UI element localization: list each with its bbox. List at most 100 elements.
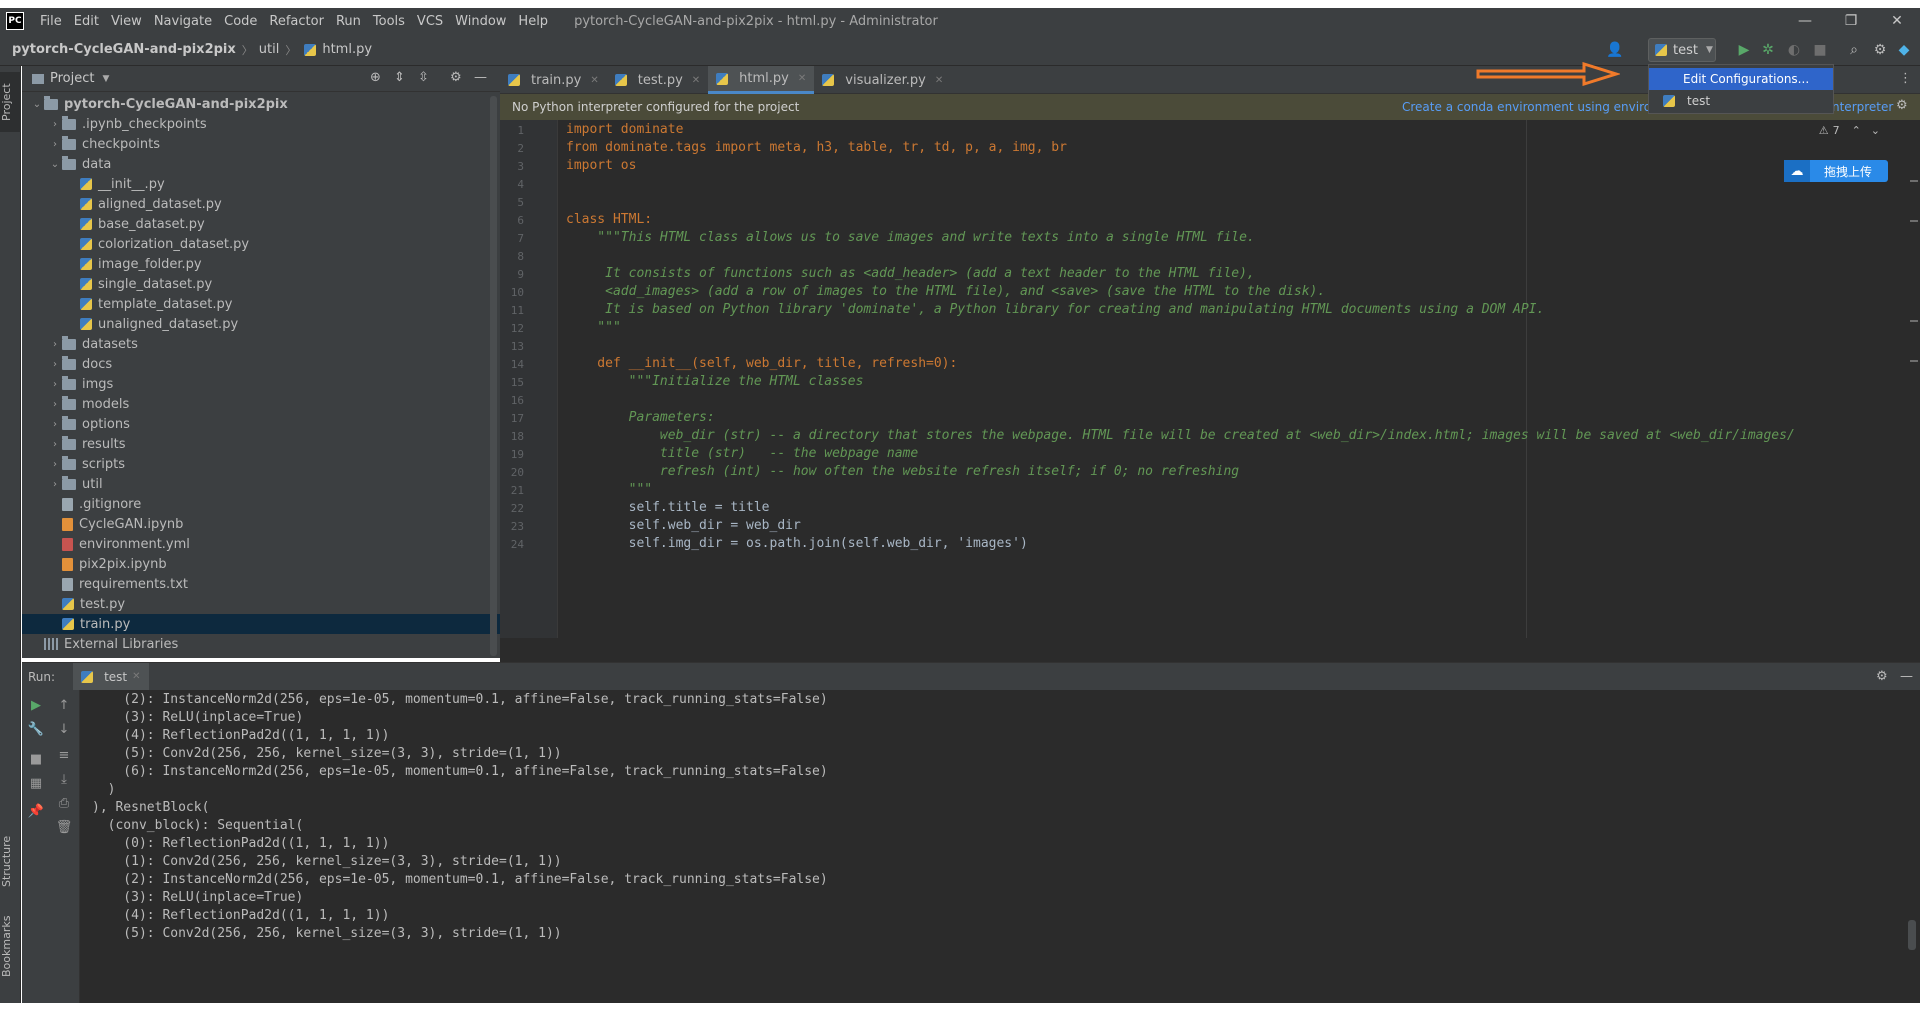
code-line[interactable]: Parameters: (566, 410, 715, 425)
soft-wrap-icon[interactable]: ≡ (50, 748, 78, 763)
tree-item[interactable]: External Libraries (22, 634, 500, 654)
tab-html-py[interactable]: html.py ✕ (708, 66, 815, 94)
tree-item[interactable]: ⌄ pytorch-CycleGAN-and-pix2pix (22, 94, 500, 114)
tab-test-py[interactable]: test.py ✕ (607, 66, 708, 94)
chevron-up-icon[interactable]: ⌃ (1852, 124, 1861, 137)
chevron-right-icon[interactable]: › (48, 479, 62, 490)
close-tab-icon[interactable]: ✕ (132, 671, 140, 682)
search-icon[interactable]: ⌕ (1846, 42, 1862, 58)
close-icon[interactable]: ✕ (1874, 8, 1920, 34)
menu-vcs[interactable]: VCS (411, 14, 449, 29)
user-icon[interactable]: 👤 (1606, 42, 1623, 58)
tree-item[interactable]: › datasets (22, 334, 500, 354)
code-line[interactable]: import dominate (566, 122, 683, 137)
tree-item[interactable]: ⌄ data (22, 154, 500, 174)
run-configuration-selector[interactable]: test ▼ (1648, 38, 1716, 62)
code-line[interactable]: import os (566, 158, 636, 173)
tree-item[interactable]: › checkpoints (22, 134, 500, 154)
code-line[interactable]: title (str) -- the webpage name (566, 446, 918, 461)
pin-icon[interactable]: 📌 (22, 804, 50, 819)
tree-item[interactable]: requirements.txt (22, 574, 500, 594)
collapse-all-icon[interactable]: ⇳ (418, 70, 429, 85)
plugin-icon[interactable]: ◆ (1896, 42, 1912, 58)
breadcrumb-project[interactable]: pytorch-CycleGAN-and-pix2pix (12, 42, 236, 57)
tree-item[interactable]: train.py (22, 614, 500, 634)
arrow-up-icon[interactable]: ↑ (50, 698, 78, 713)
locate-icon[interactable]: ⊕ (370, 70, 381, 85)
chevron-right-icon[interactable]: › (48, 419, 62, 430)
menu-view[interactable]: View (105, 14, 148, 29)
menu-navigate[interactable]: Navigate (148, 14, 218, 29)
chevron-down-icon[interactable]: ⌄ (30, 99, 44, 110)
tree-item[interactable]: › .ipynb_checkpoints (22, 114, 500, 134)
tree-item[interactable]: unaligned_dataset.py (22, 314, 500, 334)
close-tab-icon[interactable]: ✕ (692, 75, 700, 86)
stop-icon[interactable]: ■ (1812, 42, 1828, 58)
code-line[interactable]: It is based on Python library 'dominate'… (566, 302, 1544, 317)
trash-icon[interactable]: 🗑 (50, 820, 78, 835)
code-line[interactable]: from dominate.tags import meta, h3, tabl… (566, 140, 1067, 155)
menu-refactor[interactable]: Refactor (263, 14, 330, 29)
menu-code[interactable]: Code (218, 14, 263, 29)
run-console[interactable]: (2): InstanceNorm2d(256, eps=1e-05, mome… (80, 690, 1920, 1003)
config-item-test[interactable]: test (1649, 90, 1833, 112)
chevron-right-icon[interactable]: › (48, 459, 62, 470)
tree-item[interactable]: aligned_dataset.py (22, 194, 500, 214)
tree-item[interactable]: › models (22, 394, 500, 414)
wrench-icon[interactable]: 🔧 (22, 722, 50, 737)
chevron-right-icon[interactable]: › (48, 399, 62, 410)
code-editor[interactable]: 1 2 3 4 5 6 7 8 9 10 11 12 13 14 15 16 17 18 19 20 21 22 23 24 … (500, 120, 1920, 638)
tree-item[interactable]: base_dataset.py (22, 214, 500, 234)
layout-icon[interactable]: ▦ (22, 776, 50, 791)
more-tabs-icon[interactable]: ⋮ (1899, 71, 1912, 86)
tree-item[interactable]: › docs (22, 354, 500, 374)
stop-icon[interactable]: ■ (22, 752, 50, 767)
tree-item[interactable]: › imgs (22, 374, 500, 394)
hide-icon[interactable]: — (474, 70, 487, 85)
rerun-icon[interactable]: ▶ (22, 698, 50, 713)
cloud-upload-button[interactable]: ☁ 拖拽上传 (1784, 160, 1888, 182)
code-line[interactable]: """Initialize the HTML classes (566, 374, 864, 389)
edit-configurations-item[interactable]: Edit Configurations... (1649, 68, 1833, 90)
breadcrumb-file[interactable]: html.py (322, 42, 372, 57)
console-scrollbar[interactable] (1908, 920, 1916, 950)
menu-edit[interactable]: Edit (68, 14, 105, 29)
close-tab-icon[interactable]: ✕ (590, 75, 598, 86)
menu-help[interactable]: Help (512, 14, 554, 29)
tree-item[interactable]: › scripts (22, 454, 500, 474)
code-line[interactable]: self.web_dir = web_dir (566, 518, 801, 533)
code-line[interactable]: """ (566, 320, 621, 335)
inspection-widget[interactable]: ⚠ 7 ⌃ ⌄ (1819, 124, 1880, 137)
code-line[interactable]: """ (566, 482, 652, 497)
bookmarks-tool-tab[interactable]: Bookmarks (0, 906, 21, 986)
tree-item[interactable]: CycleGAN.ipynb (22, 514, 500, 534)
tree-item[interactable]: environment.yml (22, 534, 500, 554)
tree-item[interactable]: colorization_dataset.py (22, 234, 500, 254)
editor-horizontal-scroll[interactable] (500, 638, 1920, 662)
code-line[interactable]: <add_images> (add a row of images to the… (566, 284, 1325, 299)
tab-train-py[interactable]: train.py ✕ (500, 66, 607, 94)
tree-item[interactable]: template_dataset.py (22, 294, 500, 314)
code-line[interactable]: web_dir (str) -- a directory that stores… (566, 428, 1795, 443)
tree-item[interactable]: image_folder.py (22, 254, 500, 274)
tree-item[interactable]: single_dataset.py (22, 274, 500, 294)
gear-icon[interactable]: ⚙ (1876, 669, 1888, 684)
breadcrumb-folder[interactable]: util (259, 42, 280, 57)
code-line[interactable]: self.title = title (566, 500, 770, 515)
chevron-down-icon[interactable]: ⌄ (1871, 124, 1880, 137)
create-conda-env-link[interactable]: Create a conda environment using environ (1402, 100, 1659, 114)
tree-scrollbar[interactable] (490, 96, 497, 656)
run-tab-test[interactable]: test ✕ (73, 662, 149, 691)
chevron-down-icon[interactable]: ⌄ (48, 159, 62, 170)
chevron-right-icon[interactable]: › (48, 339, 62, 350)
tree-item[interactable]: › util (22, 474, 500, 494)
restore-icon[interactable]: ❐ (1828, 8, 1874, 34)
configure-interpreter-link[interactable]: nterpreter (1832, 100, 1893, 114)
chevron-right-icon[interactable]: › (48, 139, 62, 150)
chevron-right-icon[interactable]: › (48, 119, 62, 130)
chevron-right-icon[interactable]: › (48, 359, 62, 370)
arrow-down-icon[interactable]: ↓ (50, 722, 78, 737)
gear-icon[interactable]: ⚙ (1896, 98, 1908, 113)
scroll-to-end-icon[interactable]: ⤓ (50, 772, 78, 787)
structure-tool-tab[interactable]: Structure (0, 826, 21, 896)
